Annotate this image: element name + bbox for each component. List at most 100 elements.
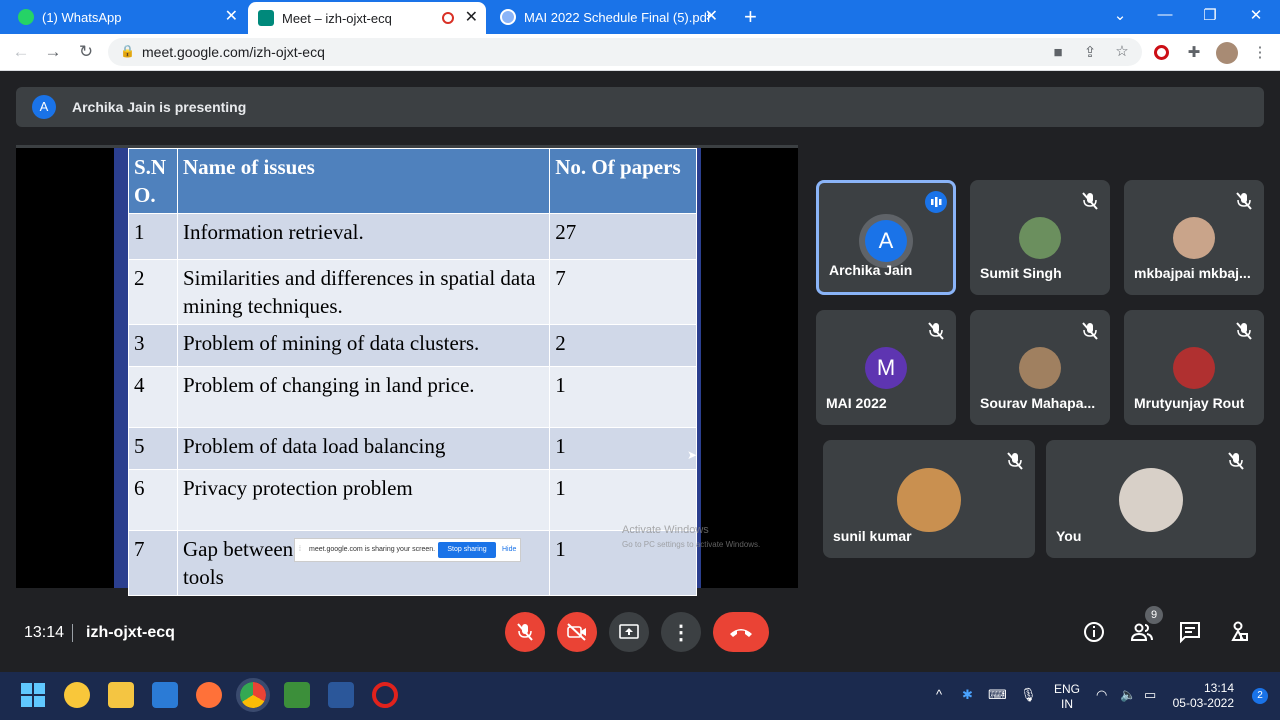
share-icon[interactable]: ⇪ bbox=[1080, 43, 1100, 61]
table-header-row: S.N O. Name of issues No. Of papers bbox=[128, 148, 697, 214]
participant-tile[interactable]: sunil kumar bbox=[823, 440, 1035, 558]
camera-toggle-button[interactable] bbox=[557, 612, 597, 652]
language-code: ENG bbox=[1054, 682, 1081, 696]
tab-label: (1) WhatsApp bbox=[42, 9, 122, 25]
forward-icon[interactable]: → bbox=[42, 42, 64, 62]
tab-pdf[interactable]: MAI 2022 Schedule Final (5).pdf ✕ bbox=[490, 0, 726, 34]
back-icon[interactable]: ← bbox=[10, 42, 32, 62]
speaking-indicator-icon bbox=[925, 191, 947, 213]
photos-icon[interactable] bbox=[284, 682, 310, 708]
language-indicator[interactable]: ENG IN bbox=[1054, 682, 1080, 712]
column-header: S.N O. bbox=[128, 148, 178, 214]
word-icon[interactable] bbox=[328, 682, 354, 708]
participant-tile-self[interactable]: You bbox=[1046, 440, 1256, 558]
weather-icon[interactable] bbox=[64, 682, 90, 708]
leave-call-button[interactable] bbox=[713, 612, 769, 652]
windows-start-icon[interactable] bbox=[20, 682, 46, 708]
issue-cell: Similarities and differences in spatial … bbox=[176, 259, 551, 325]
chat-icon[interactable] bbox=[1178, 620, 1202, 644]
present-icon bbox=[619, 624, 639, 639]
avatar: A bbox=[32, 95, 56, 119]
participant-tile[interactable]: mkbajpai mkbaj... bbox=[1124, 180, 1264, 295]
google-meet-icon bbox=[258, 10, 274, 26]
vscode-icon[interactable] bbox=[152, 682, 178, 708]
chrome-icon[interactable] bbox=[236, 678, 270, 712]
table-row: 3 Problem of mining of data clusters. 2 bbox=[128, 324, 697, 367]
tab-meet[interactable]: Meet – izh-ojxt-ecq ✕ bbox=[248, 2, 486, 34]
mic-off-icon bbox=[1228, 452, 1244, 470]
wifi-icon[interactable]: ◠ bbox=[1096, 687, 1107, 703]
participant-tile[interactable]: Mrutyunjay Rout bbox=[1124, 310, 1264, 425]
sno-cell: 2 bbox=[128, 259, 178, 325]
mic-off-icon bbox=[928, 322, 944, 340]
microphone-icon[interactable]: 🎙 bbox=[1020, 687, 1037, 703]
mic-off-icon bbox=[1236, 192, 1252, 210]
bluetooth-icon[interactable]: ✱ bbox=[962, 687, 973, 703]
tab-search-icon[interactable]: ⌄ bbox=[1110, 6, 1130, 24]
show-hidden-icons-icon[interactable]: ^ bbox=[936, 687, 942, 702]
minimize-button[interactable]: — bbox=[1155, 6, 1175, 23]
meeting-code: izh-ojxt-ecq bbox=[86, 624, 175, 641]
table-row: 2 Similarities and differences in spatia… bbox=[128, 259, 697, 325]
tab-label: Meet – izh-ojxt-ecq bbox=[282, 10, 392, 26]
profile-avatar[interactable] bbox=[1216, 42, 1238, 64]
avatar bbox=[1173, 217, 1215, 259]
firefox-icon[interactable] bbox=[196, 682, 222, 708]
table-row: 5 Problem of data load balancing 1 bbox=[128, 427, 697, 470]
close-window-button[interactable]: ✕ bbox=[1246, 6, 1266, 24]
issue-cell: Information retrieval. bbox=[176, 213, 551, 260]
issues-table: S.N O. Name of issues No. Of papers 1 In… bbox=[128, 148, 697, 596]
participant-tile[interactable]: Sumit Singh bbox=[970, 180, 1110, 295]
microphone-toggle-button[interactable] bbox=[505, 612, 545, 652]
mic-off-icon bbox=[517, 623, 533, 641]
present-screen-button[interactable] bbox=[609, 612, 649, 652]
papers-cell: 7 bbox=[549, 259, 697, 325]
extensions-icon[interactable]: ✚ bbox=[1184, 43, 1204, 61]
issue-cell: Problem of changing in land price. bbox=[176, 366, 551, 428]
bookmark-star-icon[interactable]: ☆ bbox=[1112, 42, 1132, 60]
file-explorer-icon[interactable] bbox=[108, 682, 134, 708]
reload-icon[interactable]: ↻ bbox=[75, 42, 97, 62]
more-vert-icon: ⋮ bbox=[671, 621, 691, 644]
keyboard-icon[interactable]: ⌨ bbox=[988, 687, 1007, 703]
opera-extension-icon[interactable] bbox=[1154, 45, 1169, 60]
camera-off-icon bbox=[567, 623, 586, 641]
stop-sharing-button[interactable]: Stop sharing bbox=[438, 542, 496, 558]
camera-icon[interactable]: ■ bbox=[1048, 44, 1068, 61]
browser-tab-strip: (1) WhatsApp ✕ Meet – izh-ojxt-ecq ✕ MAI… bbox=[0, 0, 1280, 34]
close-icon[interactable]: ✕ bbox=[225, 9, 238, 25]
papers-cell: 1 bbox=[549, 427, 697, 470]
drag-handle-icon[interactable]: ⁞ bbox=[299, 546, 301, 553]
tab-whatsapp[interactable]: (1) WhatsApp ✕ bbox=[8, 0, 246, 34]
hide-button[interactable]: Hide bbox=[502, 546, 516, 553]
opera-icon[interactable] bbox=[372, 682, 398, 708]
participant-name: sunil kumar bbox=[833, 528, 912, 544]
participant-name: MAI 2022 bbox=[826, 395, 887, 411]
restore-button[interactable]: ❐ bbox=[1200, 6, 1220, 24]
issue-text: tools bbox=[182, 565, 224, 589]
table-row: 4 Problem of changing in land price. 1 bbox=[128, 366, 697, 428]
more-options-button[interactable]: ⋮ bbox=[661, 612, 701, 652]
globe-icon bbox=[500, 9, 516, 25]
participant-tile[interactable]: Sourav Mahapa... bbox=[970, 310, 1110, 425]
avatar bbox=[1173, 347, 1215, 389]
close-icon[interactable]: ✕ bbox=[705, 9, 718, 25]
mic-off-icon bbox=[1236, 322, 1252, 340]
participant-tile[interactable]: A Archika Jain bbox=[816, 180, 956, 295]
meeting-details-icon[interactable] bbox=[1082, 620, 1106, 644]
activities-icon[interactable] bbox=[1226, 620, 1250, 644]
close-icon[interactable]: ✕ bbox=[465, 10, 478, 26]
new-tab-button[interactable]: + bbox=[734, 0, 767, 34]
clock[interactable]: 13:14 05-03-2022 bbox=[1173, 681, 1234, 711]
address-bar[interactable]: 🔒 meet.google.com/izh-ojxt-ecq ■ ⇪ ☆ bbox=[108, 38, 1142, 66]
presentation-stage: S.N O. Name of issues No. Of papers 1 In… bbox=[16, 145, 798, 596]
lock-icon: 🔒 bbox=[120, 44, 135, 58]
volume-icon[interactable]: 🔈 bbox=[1120, 687, 1136, 703]
mic-off-icon bbox=[1082, 322, 1098, 340]
table-row: 1 Information retrieval. 27 bbox=[128, 213, 697, 260]
menu-icon[interactable]: ⋮ bbox=[1250, 43, 1270, 61]
participant-tile[interactable]: M MAI 2022 bbox=[816, 310, 956, 425]
notification-badge[interactable]: 2 bbox=[1252, 688, 1268, 704]
issue-cell: Problem of mining of data clusters. bbox=[176, 324, 551, 367]
battery-icon[interactable]: ▭ bbox=[1144, 687, 1156, 703]
